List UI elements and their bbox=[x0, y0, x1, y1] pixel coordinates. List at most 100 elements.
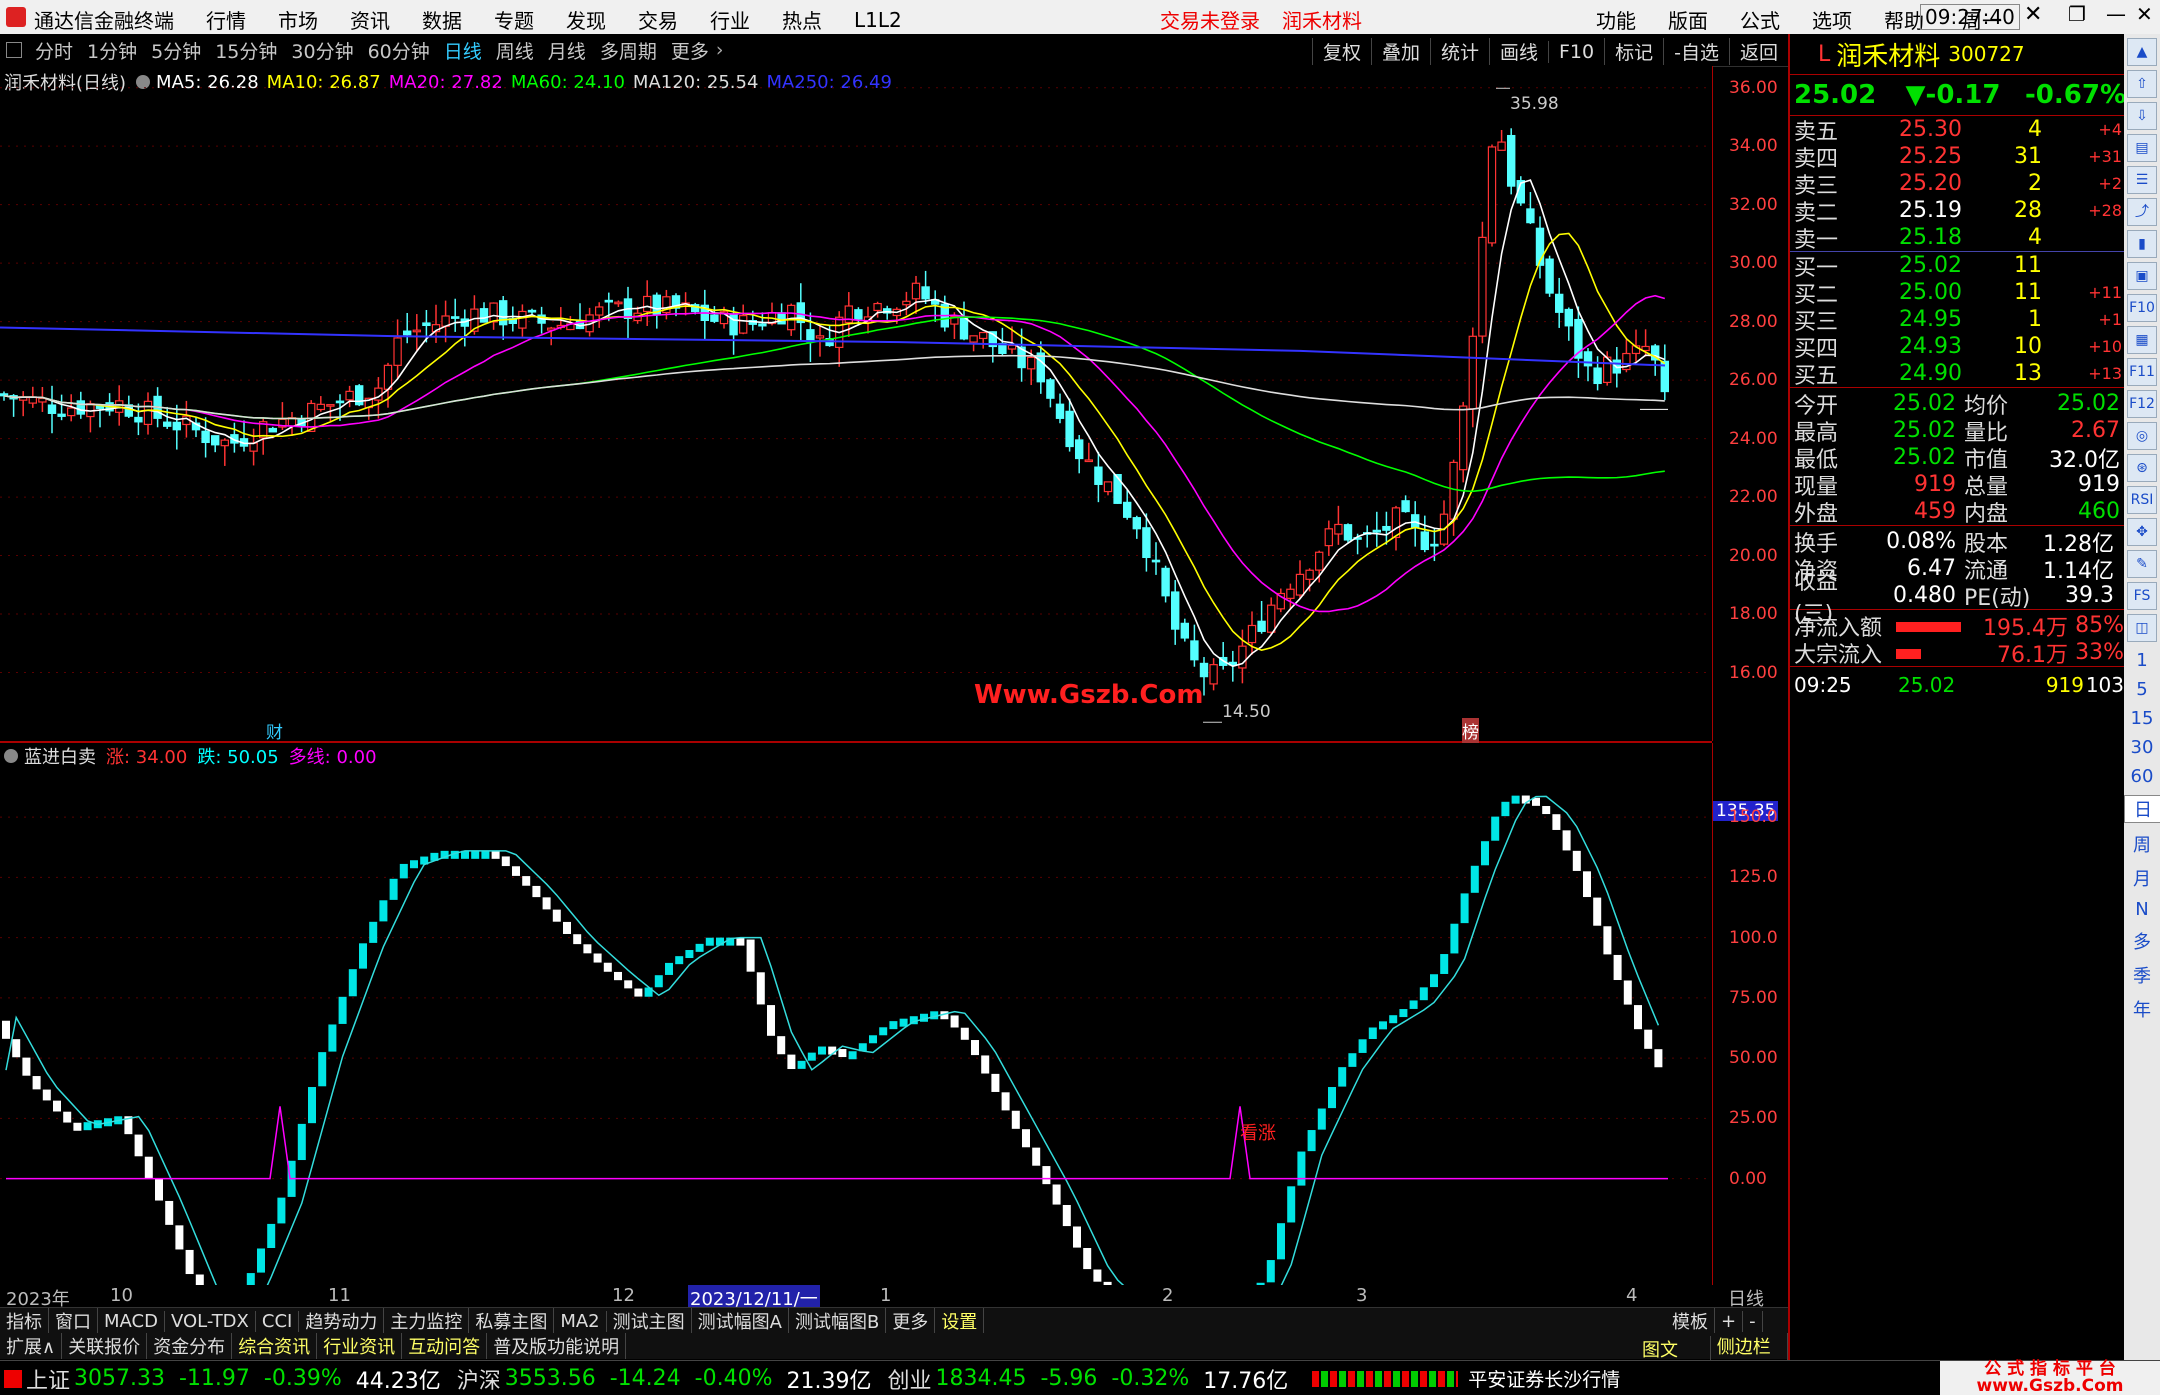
tab-general-news[interactable]: 综合资讯 bbox=[232, 1333, 318, 1359]
bid-row[interactable]: 买一 25.02 11 bbox=[1790, 252, 2126, 281]
menu-item-formula[interactable]: 公式 bbox=[1740, 5, 1780, 34]
upload-icon[interactable]: ⇧ bbox=[2127, 70, 2157, 98]
kline-chart[interactable]: 润禾材料(日线) MA5: 26.28 MA10: 26.87 MA20: 27… bbox=[0, 66, 1712, 743]
tab-related-quotes[interactable]: 关联报价 bbox=[62, 1333, 148, 1359]
menu-item-data[interactable]: 数据 bbox=[422, 5, 462, 34]
tab-cci[interactable]: CCI bbox=[256, 1310, 300, 1332]
f11-icon[interactable]: F11 bbox=[2127, 358, 2157, 386]
tool-adjust[interactable]: 复权 bbox=[1311, 38, 1371, 65]
trend-icon[interactable]: ⤴ bbox=[2127, 198, 2157, 226]
tab-edition-help[interactable]: 普及版功能说明 bbox=[487, 1333, 627, 1359]
period-1-button[interactable]: 1 bbox=[2124, 650, 2160, 671]
tab-settings[interactable]: 设置 bbox=[935, 1308, 985, 1334]
f10-icon[interactable]: F10 bbox=[2127, 294, 2157, 322]
menu-item-layout[interactable]: 版面 bbox=[1668, 5, 1708, 34]
index-sh-name[interactable]: 上证 bbox=[26, 1363, 70, 1395]
menu-item-quotes[interactable]: 行情 bbox=[206, 5, 246, 34]
period-day-button[interactable]: 日 bbox=[2124, 795, 2160, 823]
f12-icon[interactable]: F12 bbox=[2127, 390, 2157, 418]
tool-draw[interactable]: 画线 bbox=[1488, 38, 1548, 65]
tab-test-sub-a[interactable]: 测试幅图A bbox=[692, 1308, 789, 1334]
period-quarter-button[interactable]: 季 bbox=[2124, 962, 2160, 988]
period-more[interactable]: 更多 bbox=[664, 37, 716, 64]
period-intraday[interactable]: 分时 bbox=[28, 37, 80, 64]
stats-icon[interactable]: ▦ bbox=[2127, 326, 2157, 354]
up-arrow-icon[interactable]: ▲ bbox=[2127, 38, 2157, 66]
period-daily[interactable]: 日线 bbox=[437, 37, 489, 64]
tool-mark[interactable]: 标记 bbox=[1604, 38, 1663, 65]
finance-tag[interactable]: 财 bbox=[266, 718, 283, 743]
period-week-button[interactable]: 周 bbox=[2124, 831, 2160, 857]
panel-toggle-icon[interactable] bbox=[6, 42, 22, 58]
period-60-button[interactable]: 60 bbox=[2124, 766, 2160, 787]
tab-main-monitor[interactable]: 主力监控 bbox=[384, 1308, 470, 1334]
remove-window-button[interactable]: - bbox=[1743, 1310, 1763, 1332]
menu-item-function[interactable]: 功能 bbox=[1596, 5, 1636, 34]
move-icon[interactable]: ✥ bbox=[2127, 518, 2157, 546]
bid-row[interactable]: 买五 24.90 13 +13 bbox=[1790, 360, 2126, 389]
index-hs-name[interactable]: 沪深 bbox=[457, 1363, 501, 1395]
tab-ma2[interactable]: MA2 bbox=[554, 1310, 607, 1332]
period-month-button[interactable]: 月 bbox=[2124, 865, 2160, 891]
pen-icon[interactable]: ✎ bbox=[2127, 550, 2157, 578]
period-15min[interactable]: 15分钟 bbox=[208, 37, 284, 64]
menu-item-l1l2[interactable]: L1L2 bbox=[854, 8, 902, 32]
tool-back[interactable]: 返回 bbox=[1728, 38, 1788, 65]
tab-test-main[interactable]: 测试主图 bbox=[607, 1308, 692, 1334]
bid-row[interactable]: 买二 25.00 11 +11 bbox=[1790, 279, 2126, 308]
period-weekly[interactable]: 周线 bbox=[489, 37, 541, 64]
menu-item-discover[interactable]: 发现 bbox=[566, 5, 606, 34]
period-n-button[interactable]: N bbox=[2124, 899, 2160, 920]
period-year-button[interactable]: 年 bbox=[2124, 996, 2160, 1022]
chart-icon[interactable]: ◫ bbox=[2127, 614, 2157, 642]
compass-icon[interactable]: ⊛ bbox=[2127, 454, 2157, 482]
indicator-chart[interactable]: 蓝进白卖 涨: 34.00 跌: 50.05 多线: 0.00 看涨 bbox=[0, 743, 1712, 1285]
index-cy-name[interactable]: 创业 bbox=[887, 1363, 931, 1395]
ask-row[interactable]: 卖四 25.25 31 +31 bbox=[1790, 143, 2126, 172]
close-window-icon[interactable]: ✕ bbox=[2136, 2, 2153, 26]
period-60min[interactable]: 60分钟 bbox=[361, 37, 437, 64]
menu-item-market[interactable]: 市场 bbox=[278, 5, 318, 34]
fs-icon[interactable]: FS bbox=[2127, 582, 2157, 610]
ask-row[interactable]: 卖三 25.20 2 +2 bbox=[1790, 170, 2126, 199]
tab-test-sub-b[interactable]: 测试幅图B bbox=[789, 1308, 887, 1334]
restore-icon[interactable]: ❐ bbox=[2068, 2, 2086, 26]
minimize-icon[interactable]: — bbox=[2106, 2, 2126, 26]
menu-item-trade[interactable]: 交易 bbox=[638, 5, 678, 34]
window-icon[interactable]: ▣ bbox=[2127, 262, 2157, 290]
tool-stats[interactable]: 统计 bbox=[1429, 38, 1489, 65]
close-icon[interactable]: ✕ bbox=[2024, 2, 2042, 27]
period-5min[interactable]: 5分钟 bbox=[144, 37, 208, 64]
period-multi[interactable]: 多周期 bbox=[593, 37, 664, 64]
add-window-button[interactable]: + bbox=[1715, 1310, 1744, 1332]
indicator-canvas[interactable] bbox=[0, 743, 1712, 1285]
tab-expand[interactable]: 扩展∧ bbox=[0, 1333, 63, 1359]
download-icon[interactable]: ⇩ bbox=[2127, 102, 2157, 130]
menu-item-options[interactable]: 选项 bbox=[1812, 5, 1852, 34]
ask-row[interactable]: 卖五 25.30 4 +4 bbox=[1790, 116, 2126, 145]
period-30-button[interactable]: 30 bbox=[2124, 737, 2160, 758]
period-1min[interactable]: 1分钟 bbox=[80, 37, 144, 64]
circle-icon[interactable]: ◎ bbox=[2127, 422, 2157, 450]
ask-row[interactable]: 卖一 25.18 4 bbox=[1790, 224, 2126, 253]
menu-item-help[interactable]: 帮助 bbox=[1884, 5, 1924, 34]
tab-trend-power[interactable]: 趋势动力 bbox=[299, 1308, 385, 1334]
period-monthly[interactable]: 月线 bbox=[541, 37, 593, 64]
tool-watchlist[interactable]: -自选 bbox=[1663, 38, 1729, 65]
tool-f10[interactable]: F10 bbox=[1548, 40, 1604, 63]
tab-private-main[interactable]: 私募主图 bbox=[469, 1308, 555, 1334]
tab-vol-tdx[interactable]: VOL-TDX bbox=[165, 1310, 256, 1332]
ranking-tag[interactable]: 榜 bbox=[1462, 718, 1479, 743]
period-30min[interactable]: 30分钟 bbox=[284, 37, 360, 64]
tool-overlay[interactable]: 叠加 bbox=[1370, 38, 1430, 65]
tab-industry-news[interactable]: 行业资讯 bbox=[317, 1333, 403, 1359]
menu-item-industry[interactable]: 行业 bbox=[710, 5, 750, 34]
period-5-button[interactable]: 5 bbox=[2124, 679, 2160, 700]
tab-more[interactable]: 更多 bbox=[886, 1308, 936, 1334]
report-icon[interactable]: ▤ bbox=[2127, 134, 2157, 162]
tab-window[interactable]: 窗口 bbox=[49, 1308, 98, 1334]
rsi-icon[interactable]: RSI bbox=[2127, 486, 2157, 514]
list-icon[interactable]: ☰ bbox=[2127, 166, 2157, 194]
tab-indicator[interactable]: 指标 bbox=[0, 1308, 49, 1334]
tab-fund-distribution[interactable]: 资金分布 bbox=[147, 1333, 233, 1359]
